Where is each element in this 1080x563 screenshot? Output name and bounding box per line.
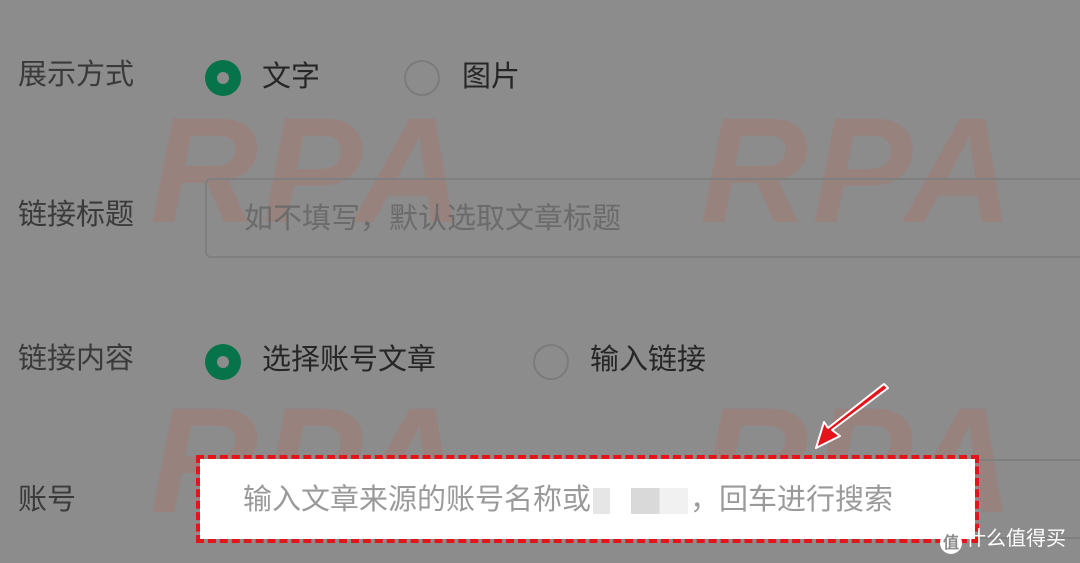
radio-select-account-article[interactable] <box>205 344 241 380</box>
radio-input-link-label[interactable]: 输入链接 <box>590 345 706 374</box>
radio-text-label[interactable]: 文字 <box>262 62 320 91</box>
account-search-input[interactable]: 输入文章来源的账号名称或 ，回车进行搜索 <box>196 455 979 543</box>
arrow-pointer-icon <box>815 383 889 449</box>
redacted-text <box>593 488 689 514</box>
radio-input-link[interactable] <box>533 344 569 380</box>
radio-text[interactable] <box>205 60 241 96</box>
radio-select-account-article-label[interactable]: 选择账号文章 <box>262 345 436 374</box>
link-settings-form: RPA RPA RPA RPA 展示方式 文字 图片 链接标题 如不填写，默认选… <box>0 0 1080 563</box>
link-title-placeholder: 如不填写，默认选取文章标题 <box>244 201 622 235</box>
display-mode-label: 展示方式 <box>18 57 135 91</box>
radio-image[interactable] <box>404 60 440 96</box>
link-title-input[interactable]: 如不填写，默认选取文章标题 <box>205 178 1080 258</box>
link-title-label: 链接标题 <box>18 197 135 231</box>
account-label: 账号 <box>18 482 77 516</box>
account-placeholder-prefix: 输入文章来源的账号名称或 <box>243 482 592 516</box>
smzdm-badge-icon: 值 <box>940 532 962 554</box>
account-placeholder-suffix: ，回车进行搜索 <box>690 482 894 516</box>
brand-name: 什么值得买 <box>966 526 1066 550</box>
link-content-label: 链接内容 <box>18 341 135 375</box>
brand-watermark: 值什么值得买 <box>940 528 1066 554</box>
radio-image-label[interactable]: 图片 <box>462 62 520 91</box>
